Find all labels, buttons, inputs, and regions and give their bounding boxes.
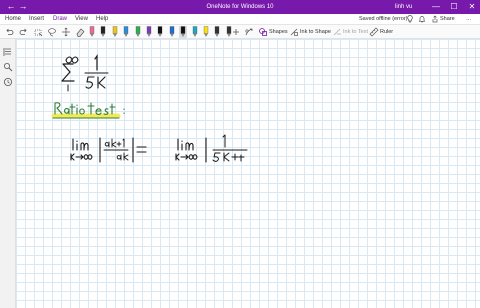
pen-3-icon[interactable]: [111, 26, 119, 38]
pen-4-icon[interactable]: [122, 26, 130, 38]
ink-left-limit: [70, 138, 93, 161]
sync-status[interactable]: Saved offline (error): [359, 15, 408, 24]
tab-help[interactable]: Help: [96, 15, 108, 24]
ink-to-shape-button[interactable]: Ink to Shape: [300, 27, 331, 37]
pen-6-icon[interactable]: [145, 26, 153, 38]
minimize-icon[interactable]: —: [430, 1, 442, 12]
shapes-icon[interactable]: [258, 27, 268, 37]
redo-icon[interactable]: [18, 27, 28, 37]
ruler-button[interactable]: Ruler: [380, 27, 393, 37]
pen-1-icon[interactable]: [88, 26, 96, 38]
pen-12-icon[interactable]: [213, 26, 221, 38]
pen-2-icon[interactable]: [99, 26, 107, 38]
maximize-icon[interactable]: ☐: [448, 1, 460, 12]
tab-view[interactable]: View: [75, 15, 88, 24]
ink-numerator-one: [94, 54, 98, 71]
lasso-select-icon[interactable]: [33, 27, 43, 37]
handwritten-ink: [51, 54, 248, 163]
ink-replay-icon[interactable]: [244, 27, 254, 37]
user-name[interactable]: linh vu: [395, 2, 412, 12]
shapes-button[interactable]: Shapes: [269, 27, 288, 37]
pen-10-icon[interactable]: [191, 26, 199, 38]
more-options-icon[interactable]: …: [466, 15, 472, 24]
note-canvas[interactable]: [16, 39, 480, 308]
lasso-icon[interactable]: [47, 27, 57, 37]
ink-infinity-symbol: [65, 56, 79, 64]
eraser-icon[interactable]: [75, 27, 85, 37]
close-icon[interactable]: ✕: [466, 1, 478, 12]
notebooks-icon[interactable]: [3, 44, 13, 56]
ink-to-shape-icon[interactable]: [289, 27, 299, 37]
ink-sigma-symbol: [61, 63, 75, 82]
ribbon-tabs: Home Insert Draw View Help Saved offline…: [0, 14, 480, 26]
add-space-icon[interactable]: [61, 27, 71, 37]
search-icon[interactable]: [3, 59, 13, 72]
ink-right-fraction: [212, 134, 248, 162]
ink-right-limit: [175, 138, 198, 161]
ink-ratio-test-label: [54, 102, 125, 115]
ink-to-text-icon: [332, 27, 342, 37]
tab-home[interactable]: Home: [5, 15, 21, 24]
pen-8-icon[interactable]: [168, 26, 176, 38]
ink-denominator-5k: [85, 76, 106, 89]
ink-left-fraction: [103, 138, 129, 161]
tab-insert[interactable]: Insert: [29, 15, 44, 24]
undo-icon[interactable]: [4, 27, 14, 37]
title-bar: ← → OneNote for Windows 10 linh vu — ☐ ✕: [0, 0, 480, 14]
tab-draw[interactable]: Draw: [53, 15, 68, 26]
add-pen-icon[interactable]: [231, 27, 241, 37]
navigation-sidebar: [0, 39, 16, 308]
pen-9-icon[interactable]: [179, 26, 188, 38]
ink-to-text-button: Ink to Text: [343, 29, 368, 35]
draw-toolbar: Shapes Ink to Shape Ink to Text Ruler: [0, 25, 480, 39]
recent-notes-icon[interactable]: [3, 74, 13, 86]
share-button[interactable]: Share: [440, 15, 455, 24]
pen-11-icon[interactable]: [202, 26, 210, 38]
pen-7-icon[interactable]: [156, 26, 164, 38]
ruler-icon[interactable]: [369, 27, 379, 37]
ink-equals-sign: [136, 146, 147, 153]
pen-5-icon[interactable]: [134, 26, 142, 38]
